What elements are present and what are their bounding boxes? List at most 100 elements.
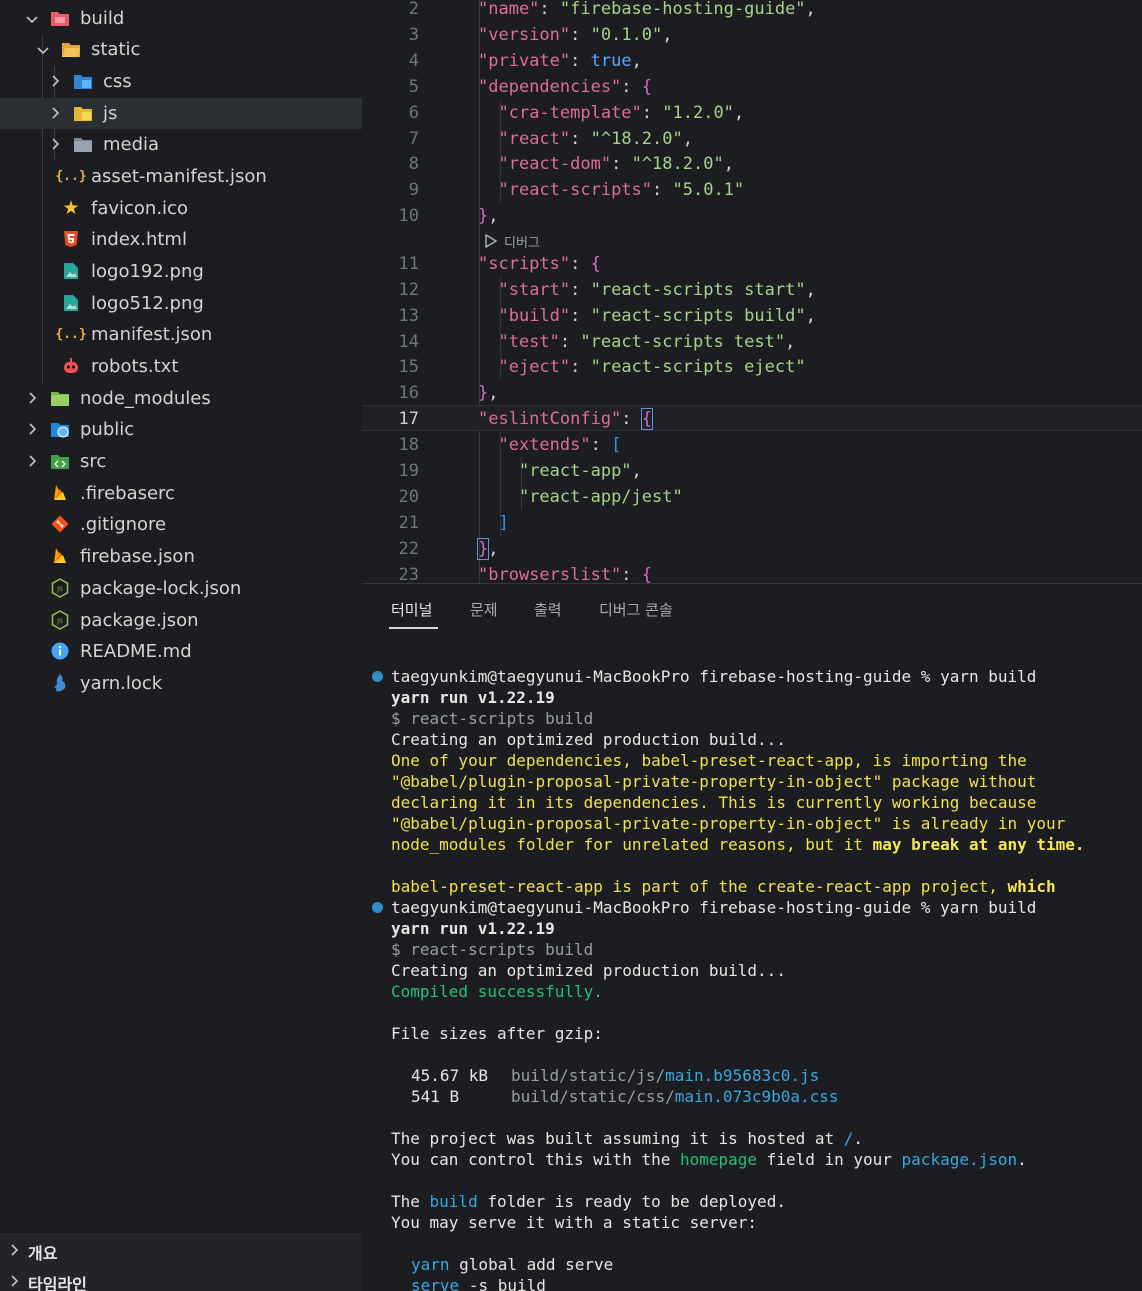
chevron-right-icon bbox=[29, 455, 37, 467]
terminal-line: File sizes after gzip: bbox=[391, 1024, 603, 1043]
tree-item-label: src bbox=[80, 451, 107, 472]
line-number: 16 bbox=[398, 383, 419, 403]
tree-item-label: index.html bbox=[91, 229, 187, 250]
code-editor[interactable]: 2 "name": "firebase-hosting-guide", 3 "v… bbox=[362, 0, 1142, 583]
code-line: 20 "react-app/jest" bbox=[362, 484, 1142, 510]
json-file-icon: {..} bbox=[55, 326, 87, 342]
tree-item-node-modules[interactable]: node_modules bbox=[0, 383, 362, 414]
code-text: "eject": "react-scripts eject" bbox=[498, 357, 806, 377]
tree-item-firebaserc[interactable]: .firebaserc bbox=[0, 478, 362, 509]
tree-item-label: asset-manifest.json bbox=[91, 166, 267, 187]
outline-panel-header[interactable]: 개요 bbox=[0, 1236, 362, 1264]
tree-item-asset-manifest[interactable]: {..} asset-manifest.json bbox=[0, 161, 362, 192]
tree-item-package-json[interactable]: JS package.json bbox=[0, 605, 362, 636]
chevron-down-icon bbox=[37, 47, 49, 55]
tree-item-logo192[interactable]: logo192.png bbox=[0, 256, 362, 287]
code-line: 22 }, bbox=[362, 536, 1142, 562]
code-text: "version": "0.1.0", bbox=[478, 25, 673, 45]
code-line: 4 "private": true, bbox=[362, 48, 1142, 74]
tree-item-static[interactable]: static bbox=[0, 34, 362, 65]
tree-item-label: node_modules bbox=[80, 388, 211, 409]
line-number: 7 bbox=[408, 129, 419, 149]
tree-item-package-lock[interactable]: JS package-lock.json bbox=[0, 573, 362, 604]
terminal-line: Compiled successfully. bbox=[391, 982, 603, 1001]
code-text: "browserslist": { bbox=[478, 565, 653, 583]
terminal-line: 45.67 kB bbox=[411, 1066, 489, 1085]
code-line: 19 "react-app", bbox=[362, 458, 1142, 484]
command-decoration-dot bbox=[372, 902, 383, 913]
image-file-icon bbox=[61, 293, 81, 313]
terminal-line: yarn run v1.22.19 bbox=[391, 919, 555, 938]
code-line: 15 "eject": "react-scripts eject" bbox=[362, 354, 1142, 380]
terminal-panel: 터미널 문제 출력 디버그 콘솔 taegyunkim@taegyunui-Ma… bbox=[362, 583, 1142, 1291]
code-text: "eslintConfig": { bbox=[478, 408, 654, 430]
tree-item-favicon[interactable]: ★ favicon.ico bbox=[0, 193, 362, 224]
codelens-label: 디버그 bbox=[504, 235, 540, 251]
nodejs-icon: JS bbox=[50, 578, 70, 598]
tree-item-src[interactable]: src bbox=[0, 446, 362, 477]
line-number: 11 bbox=[398, 254, 419, 274]
folder-node-icon bbox=[50, 388, 70, 408]
code-text: "react-dom": "^18.2.0", bbox=[498, 154, 734, 174]
code-text: }, bbox=[478, 206, 499, 226]
panel-label: 타임라인 bbox=[28, 1275, 87, 1291]
code-text: ] bbox=[498, 513, 509, 533]
terminal-line: Creating an optimized production build..… bbox=[391, 730, 786, 749]
terminal-line: 541 B bbox=[411, 1087, 460, 1106]
tree-item-firebase-json[interactable]: firebase.json bbox=[0, 541, 362, 572]
code-text: "react-app", bbox=[518, 461, 642, 481]
terminal-line: $ react-scripts build bbox=[391, 940, 594, 959]
nodejs-icon: JS bbox=[50, 610, 70, 630]
panel-label: 개요 bbox=[28, 1244, 58, 1263]
code-text: }, bbox=[478, 383, 499, 403]
tree-item-label: firebase.json bbox=[80, 546, 195, 567]
code-line: 13 "build": "react-scripts build", bbox=[362, 303, 1142, 329]
code-text: "private": true, bbox=[478, 51, 642, 71]
line-number: 10 bbox=[398, 206, 419, 226]
tree-item-label: logo512.png bbox=[91, 293, 204, 314]
code-text: "name": "firebase-hosting-guide", bbox=[478, 0, 816, 19]
code-line: 5 "dependencies": { bbox=[362, 74, 1142, 100]
tree-item-readme[interactable]: README.md bbox=[0, 636, 362, 667]
tree-item-label: manifest.json bbox=[91, 324, 213, 345]
folder-build-icon bbox=[50, 8, 70, 28]
favicon-star-icon: ★ bbox=[62, 197, 80, 219]
terminal-output[interactable]: taegyunkim@taegyunui-MacBookPro firebase… bbox=[362, 584, 1142, 1291]
explorer-sidebar: build static css js media {..} asset-man… bbox=[0, 0, 362, 1291]
tree-item-js[interactable]: js bbox=[0, 98, 362, 129]
terminal-line: build/static/css/main.073c9b0a.css bbox=[511, 1087, 839, 1106]
tree-item-robots[interactable]: robots.txt bbox=[0, 351, 362, 382]
tree-item-gitignore[interactable]: .gitignore bbox=[0, 509, 362, 540]
tree-item-media[interactable]: media bbox=[0, 129, 362, 160]
line-number: 5 bbox=[408, 77, 419, 97]
tree-item-public[interactable]: public bbox=[0, 414, 362, 445]
chevron-right-icon bbox=[29, 423, 37, 435]
chevron-right-icon bbox=[11, 1275, 19, 1287]
tree-item-build[interactable]: build bbox=[0, 3, 362, 34]
tree-item-logo512[interactable]: logo512.png bbox=[0, 288, 362, 319]
terminal-line: node_modules folder for unrelated reason… bbox=[391, 835, 1085, 854]
tree-item-label: .gitignore bbox=[80, 514, 167, 535]
terminal-line: serve -s build bbox=[411, 1276, 546, 1291]
line-number: 9 bbox=[408, 180, 419, 200]
terminal-line: build/static/js/main.b95683c0.js bbox=[511, 1066, 820, 1085]
line-number: 23 bbox=[398, 565, 419, 583]
tree-item-label: .firebaserc bbox=[80, 483, 175, 504]
tree-item-manifest[interactable]: {..} manifest.json bbox=[0, 319, 362, 350]
tree-item-label: css bbox=[103, 71, 132, 92]
tree-item-index-html[interactable]: index.html bbox=[0, 224, 362, 255]
folder-public-icon bbox=[50, 419, 70, 439]
tree-item-yarn-lock[interactable]: yarn.lock bbox=[0, 668, 362, 699]
code-line: 7 "react": "^18.2.0", bbox=[362, 126, 1142, 152]
line-number: 21 bbox=[398, 513, 419, 533]
timeline-panel-header[interactable]: 타임라인 bbox=[0, 1267, 362, 1291]
chevron-right-icon bbox=[11, 1244, 19, 1256]
tree-item-label: README.md bbox=[80, 641, 192, 662]
tree-item-css[interactable]: css bbox=[0, 66, 362, 97]
code-line: 3 "version": "0.1.0", bbox=[362, 22, 1142, 48]
line-number: 15 bbox=[398, 357, 419, 377]
line-number: 6 bbox=[408, 103, 419, 123]
folder-media-icon bbox=[73, 134, 93, 154]
debug-codelens[interactable]: 디버그 bbox=[482, 230, 540, 252]
tree-item-label: robots.txt bbox=[91, 356, 179, 377]
